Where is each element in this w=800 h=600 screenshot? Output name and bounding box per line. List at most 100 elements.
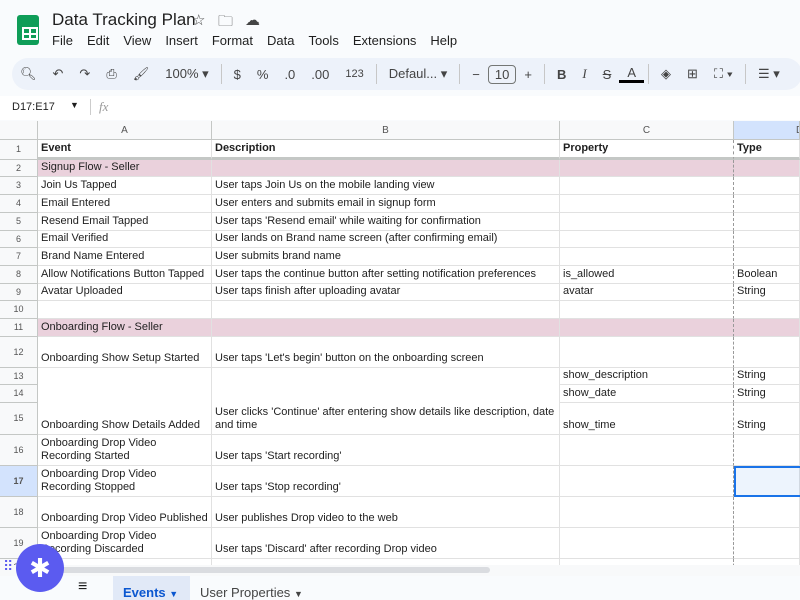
- row-header[interactable]: 4: [0, 195, 38, 213]
- fill-color-icon[interactable]: ◈: [653, 66, 679, 82]
- borders-icon[interactable]: ⊞: [679, 66, 706, 82]
- cell-b18[interactable]: User publishes Drop video to the web: [212, 497, 560, 528]
- cell-c19[interactable]: [560, 528, 734, 559]
- font-size-decrease[interactable]: −: [464, 67, 488, 82]
- cell-d16[interactable]: [734, 435, 800, 466]
- cell-a13[interactable]: Onboarding Show Details Added: [38, 368, 212, 435]
- cell-b4[interactable]: User enters and submits email in signup …: [212, 195, 560, 213]
- cell-c7[interactable]: [560, 248, 734, 266]
- drag-handle-icon[interactable]: ⠿: [3, 558, 13, 575]
- cell-c13[interactable]: show_description: [560, 368, 734, 385]
- cell-b2[interactable]: [212, 160, 560, 177]
- cell-d6[interactable]: [734, 231, 800, 248]
- column-header-d[interactable]: D: [734, 121, 800, 140]
- cell-b12[interactable]: User taps 'Let's begin' button on the on…: [212, 337, 560, 368]
- row-header[interactable]: 1: [0, 140, 38, 160]
- increase-decimal-button[interactable]: .00: [303, 67, 337, 82]
- cell-b17[interactable]: User taps 'Stop recording': [212, 466, 560, 497]
- cell-d2[interactable]: [734, 160, 800, 177]
- column-header-c[interactable]: C: [560, 121, 734, 140]
- cell-d13[interactable]: String: [734, 368, 800, 385]
- cell-a2[interactable]: Signup Flow - Seller: [38, 160, 212, 177]
- cell-b11[interactable]: [212, 319, 560, 337]
- italic-button[interactable]: I: [574, 66, 594, 82]
- search-icon[interactable]: 🔍︎: [12, 66, 45, 82]
- cell-a6[interactable]: Email Verified: [38, 231, 212, 248]
- cell-d14[interactable]: String: [734, 385, 800, 403]
- text-color-button[interactable]: A: [619, 66, 644, 83]
- cell-a12[interactable]: Onboarding Show Setup Started: [38, 337, 212, 368]
- tab-user-properties[interactable]: User Properties ▼: [200, 585, 303, 600]
- cell-d3[interactable]: [734, 177, 800, 195]
- cell-b10[interactable]: [212, 301, 560, 319]
- cell-c12[interactable]: [560, 337, 734, 368]
- row-header[interactable]: 12: [0, 337, 38, 368]
- cell-d15[interactable]: String: [734, 403, 800, 435]
- cell-a4[interactable]: Email Entered: [38, 195, 212, 213]
- cell-b1[interactable]: Description: [212, 140, 560, 160]
- cell-d7[interactable]: [734, 248, 800, 266]
- cell-c5[interactable]: [560, 213, 734, 231]
- sheets-logo[interactable]: [17, 15, 39, 45]
- cell-a10[interactable]: [38, 301, 212, 319]
- bold-button[interactable]: B: [549, 67, 574, 82]
- formula-input[interactable]: [120, 101, 790, 115]
- document-title[interactable]: Data Tracking Plan: [52, 10, 196, 30]
- zoom-select[interactable]: 100% ▾: [157, 66, 216, 82]
- cell-b6[interactable]: User lands on Brand name screen (after c…: [212, 231, 560, 248]
- row-header[interactable]: 16: [0, 435, 38, 466]
- font-size-increase[interactable]: +: [516, 67, 540, 82]
- decrease-decimal-button[interactable]: .0: [276, 67, 303, 82]
- horizontal-scrollbar[interactable]: [0, 565, 800, 576]
- cell-a1[interactable]: Event: [38, 140, 212, 160]
- cell-d10[interactable]: [734, 301, 800, 319]
- cell-a19[interactable]: Onboarding Drop Video Recording Discarde…: [38, 528, 212, 559]
- cell-a8[interactable]: Allow Notifications Button Tapped: [38, 266, 212, 284]
- cell-d4[interactable]: [734, 195, 800, 213]
- cell-c6[interactable]: [560, 231, 734, 248]
- cell-b9[interactable]: User taps finish after uploading avatar: [212, 284, 560, 301]
- cell-b5[interactable]: User taps 'Resend email' while waiting f…: [212, 213, 560, 231]
- cell-b16[interactable]: User taps 'Start recording': [212, 435, 560, 466]
- row-header[interactable]: 18: [0, 497, 38, 528]
- menu-help[interactable]: Help: [430, 33, 457, 48]
- cell-d8[interactable]: Boolean: [734, 266, 800, 284]
- row-header[interactable]: 10: [0, 301, 38, 319]
- cell-b7[interactable]: User submits brand name: [212, 248, 560, 266]
- column-header-a[interactable]: A: [38, 121, 212, 140]
- row-header[interactable]: 11: [0, 319, 38, 337]
- cell-c2[interactable]: [560, 160, 734, 177]
- menu-file[interactable]: File: [52, 33, 73, 48]
- cell-c9[interactable]: avatar: [560, 284, 734, 301]
- cell-c17[interactable]: [560, 466, 734, 497]
- cell-b19[interactable]: User taps 'Discard' after recording Drop…: [212, 528, 560, 559]
- cell-c18[interactable]: [560, 497, 734, 528]
- print-icon[interactable]: ⎙: [98, 66, 124, 82]
- cell-a16[interactable]: Onboarding Drop Video Recording Started: [38, 435, 212, 466]
- cloud-status-icon[interactable]: ☁: [245, 11, 260, 29]
- number-format-button[interactable]: 123: [337, 68, 371, 80]
- menu-insert[interactable]: Insert: [165, 33, 198, 48]
- scrollbar-thumb[interactable]: [40, 567, 490, 573]
- cell-d19[interactable]: [734, 528, 800, 559]
- menu-edit[interactable]: Edit: [87, 33, 109, 48]
- menu-view[interactable]: View: [123, 33, 151, 48]
- menu-data[interactable]: Data: [267, 33, 294, 48]
- cell-a7[interactable]: Brand Name Entered: [38, 248, 212, 266]
- row-header[interactable]: 15: [0, 403, 38, 435]
- cell-a18[interactable]: Onboarding Drop Video Published: [38, 497, 212, 528]
- cell-a9[interactable]: Avatar Uploaded: [38, 284, 212, 301]
- cell-c4[interactable]: [560, 195, 734, 213]
- menu-format[interactable]: Format: [212, 33, 253, 48]
- row-header[interactable]: 13: [0, 368, 38, 385]
- row-header[interactable]: 3: [0, 177, 38, 195]
- paint-format-icon[interactable]: 🖌︎: [125, 66, 158, 82]
- cell-d5[interactable]: [734, 213, 800, 231]
- cell-a17[interactable]: Onboarding Drop Video Recording Stopped: [38, 466, 212, 497]
- name-box[interactable]: D17:E17: [12, 101, 55, 113]
- row-header[interactable]: 9: [0, 284, 38, 301]
- cell-d12[interactable]: [734, 337, 800, 368]
- row-header[interactable]: 17: [0, 466, 38, 497]
- column-header-b[interactable]: B: [212, 121, 560, 140]
- align-icon[interactable]: ☰ ▾: [750, 66, 788, 82]
